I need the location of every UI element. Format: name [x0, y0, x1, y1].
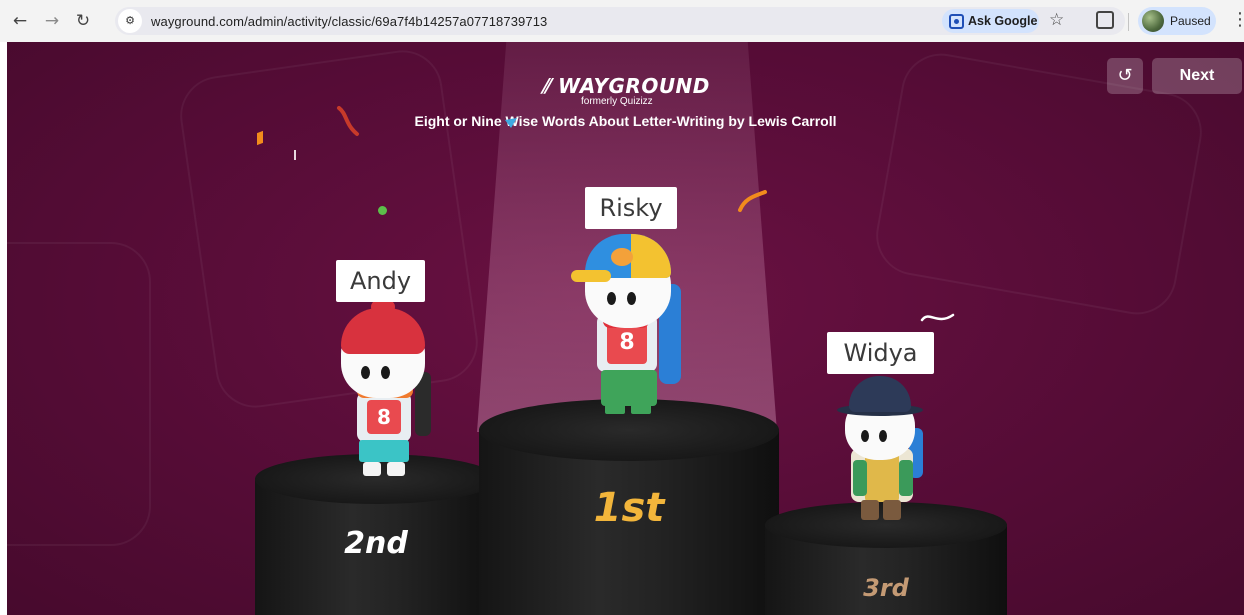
player-name-tag: Andy: [336, 260, 425, 302]
confetti-icon: [337, 106, 359, 136]
ask-google-button[interactable]: Ask Google: [942, 9, 1039, 33]
url-text[interactable]: wayground.com/admin/activity/classic/69a…: [151, 14, 547, 29]
bookmark-star-icon[interactable]: ☆: [1049, 10, 1064, 30]
avatar-character: [837, 376, 937, 526]
logo-mark-icon: ⫽: [541, 74, 551, 98]
ask-google-label: Ask Google: [968, 14, 1038, 28]
back-arrow-icon[interactable]: ←: [8, 9, 32, 33]
confetti-icon: [378, 206, 387, 215]
confetti-icon: [257, 130, 263, 146]
rank-label: 3rd: [863, 574, 909, 602]
confetti-icon: [505, 118, 517, 128]
extensions-icon[interactable]: [1096, 11, 1114, 29]
forward-arrow-icon[interactable]: →: [40, 9, 64, 33]
google-lens-icon: [949, 14, 964, 29]
avatar-character: 8: [571, 230, 687, 420]
player-name-tag: Widya: [827, 332, 934, 374]
background-shape: [7, 242, 151, 546]
wayground-logo: ⫽ WAYGROUND: [7, 74, 1244, 98]
avatar-character: 8: [337, 300, 447, 478]
next-button[interactable]: Next: [1152, 58, 1242, 94]
player-name-tag: Risky: [585, 187, 677, 229]
podium-second: 2nd: [255, 454, 497, 615]
confetti-icon: [738, 190, 767, 212]
profile-button[interactable]: Paused: [1138, 7, 1216, 35]
brand-subtitle: formerly Quizizz: [581, 96, 653, 107]
quiz-title: Eight or Nine Wise Words About Letter-Wr…: [414, 113, 837, 129]
restart-button[interactable]: ↺: [1107, 58, 1143, 94]
site-settings-icon[interactable]: ⚙: [118, 9, 142, 33]
leaderboard-stage: ⫽ WAYGROUND formerly Quizizz Eight or Ni…: [7, 42, 1244, 615]
kebab-menu-icon[interactable]: ⋮: [1231, 9, 1244, 30]
confetti-icon: [294, 150, 296, 160]
restart-icon: ↺: [1117, 65, 1133, 86]
rank-label: 1st: [593, 485, 665, 531]
brand-name: WAYGROUND: [557, 74, 710, 98]
toolbar-divider: [1128, 13, 1129, 31]
rank-label: 2nd: [344, 526, 408, 561]
profile-status: Paused: [1170, 14, 1211, 28]
podium-first: 1st: [479, 399, 779, 615]
avatar: [1142, 10, 1164, 32]
reload-icon[interactable]: ↻: [71, 9, 95, 33]
confetti-icon: [920, 313, 955, 322]
browser-toolbar: ← → ↻ ⚙ wayground.com/admin/activity/cla…: [0, 0, 1244, 42]
